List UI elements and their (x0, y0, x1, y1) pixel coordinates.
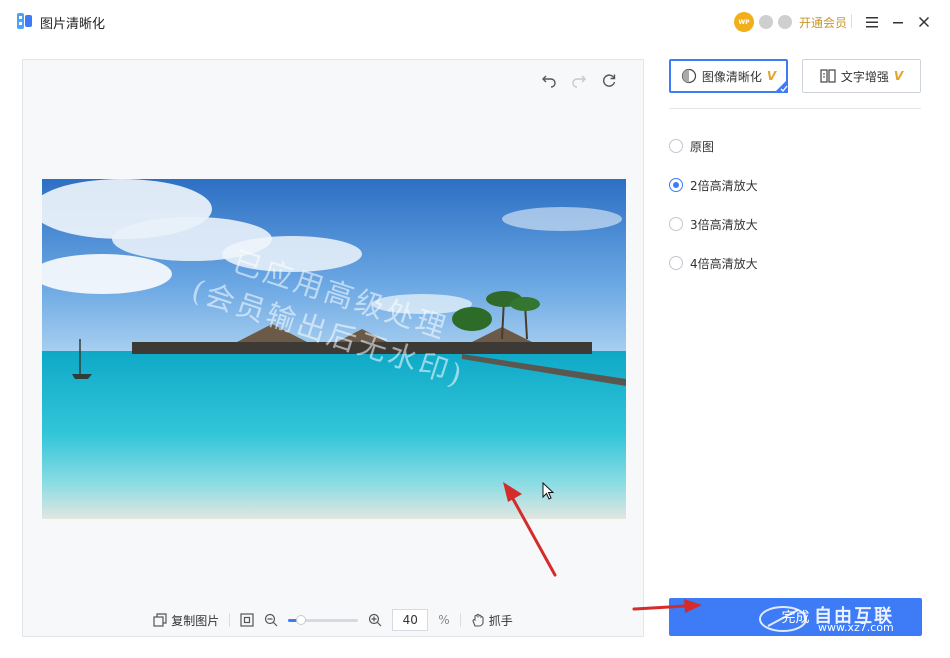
option-label: 2倍高清放大 (690, 178, 758, 193)
canvas-bottom-toolbar: 复制图片 40 % 抓手 (23, 608, 643, 632)
option-4x[interactable]: 4倍高清放大 (669, 253, 758, 273)
app-logo-icon (17, 13, 32, 29)
minimize-icon (893, 22, 903, 24)
tab-label: 文字增强 (840, 69, 889, 84)
option-2x[interactable]: 2倍高清放大 (669, 175, 758, 195)
option-label: 原图 (690, 139, 715, 154)
app-title: 图片清晰化 (40, 17, 106, 32)
radio-button[interactable] (669, 217, 683, 231)
site-logo-icon (759, 606, 807, 632)
option-label: 3倍高清放大 (690, 217, 758, 232)
option-3x[interactable]: 3倍高清放大 (669, 214, 758, 234)
option-original[interactable]: 原图 (669, 136, 758, 156)
zoom-unit: % (438, 613, 450, 627)
zoom-slider[interactable] (288, 614, 359, 625)
app-window: 图片清晰化 WP 开通会员 已应用高级处理 (会员输出后无水印) 复制图片 40… (0, 0, 950, 658)
copy-icon (153, 613, 167, 627)
minimize-button[interactable] (888, 12, 908, 32)
hamburger-icon (866, 17, 878, 28)
close-icon (918, 16, 930, 28)
history-toolbar (541, 72, 617, 88)
radio-button[interactable] (669, 178, 683, 192)
zoom-slider-thumb[interactable] (296, 614, 307, 625)
copy-image-label: 复制图片 (171, 613, 220, 628)
option-label: 4倍高清放大 (690, 256, 758, 271)
medal-icon (758, 15, 773, 29)
zoom-out-icon[interactable] (264, 613, 278, 627)
fit-screen-icon[interactable] (240, 613, 254, 627)
sharpen-icon (681, 68, 696, 84)
scale-options: 原图 2倍高清放大 3倍高清放大 4倍高清放大 (669, 136, 758, 292)
preview-canvas: 已应用高级处理 (会员输出后无水印) 复制图片 40 % 抓手 (22, 59, 644, 637)
redo-icon[interactable] (571, 72, 587, 88)
tab-image-sharpen[interactable]: 图像清晰化 V (669, 59, 788, 93)
title-divider (851, 14, 852, 28)
preview-image: 已应用高级处理 (会员输出后无水印) (42, 179, 626, 519)
zoom-input[interactable]: 40 (392, 609, 429, 631)
mouse-cursor-icon (542, 482, 555, 500)
tab-text-enhance[interactable]: 文字增强 V (802, 59, 921, 93)
panel-divider (669, 108, 921, 109)
mode-tabs: 图像清晰化 V 文字增强 V (669, 59, 921, 93)
reset-icon[interactable] (601, 72, 617, 88)
toolbar-divider (229, 613, 231, 627)
hand-icon (472, 613, 484, 627)
open-vip-link[interactable]: 开通会员 (799, 14, 847, 31)
grab-tool-button[interactable]: 抓手 (471, 612, 513, 629)
grab-tool-label: 抓手 (488, 613, 513, 628)
title-bar: 图片清晰化 WP 开通会员 (0, 0, 950, 44)
coin-icon (777, 15, 792, 29)
menu-button[interactable] (862, 12, 882, 32)
selected-check-icon (774, 79, 788, 93)
text-enhance-icon (820, 69, 836, 83)
undo-icon[interactable] (541, 72, 557, 88)
vip-badge: V (893, 69, 904, 83)
avatar[interactable]: WP (733, 12, 754, 32)
radio-button[interactable] (669, 256, 683, 270)
zoom-in-icon[interactable] (368, 613, 382, 627)
copy-image-button[interactable]: 复制图片 (153, 612, 219, 629)
close-button[interactable] (914, 12, 934, 32)
tab-label: 图像清晰化 (701, 69, 762, 84)
vip-area: WP 开通会员 (733, 11, 847, 33)
site-watermark-logo: 自由互联 www.xz7.com (758, 602, 943, 638)
toolbar-divider (459, 613, 461, 627)
radio-button[interactable] (669, 139, 683, 153)
site-logo-url: www.xz7.com (818, 621, 894, 634)
